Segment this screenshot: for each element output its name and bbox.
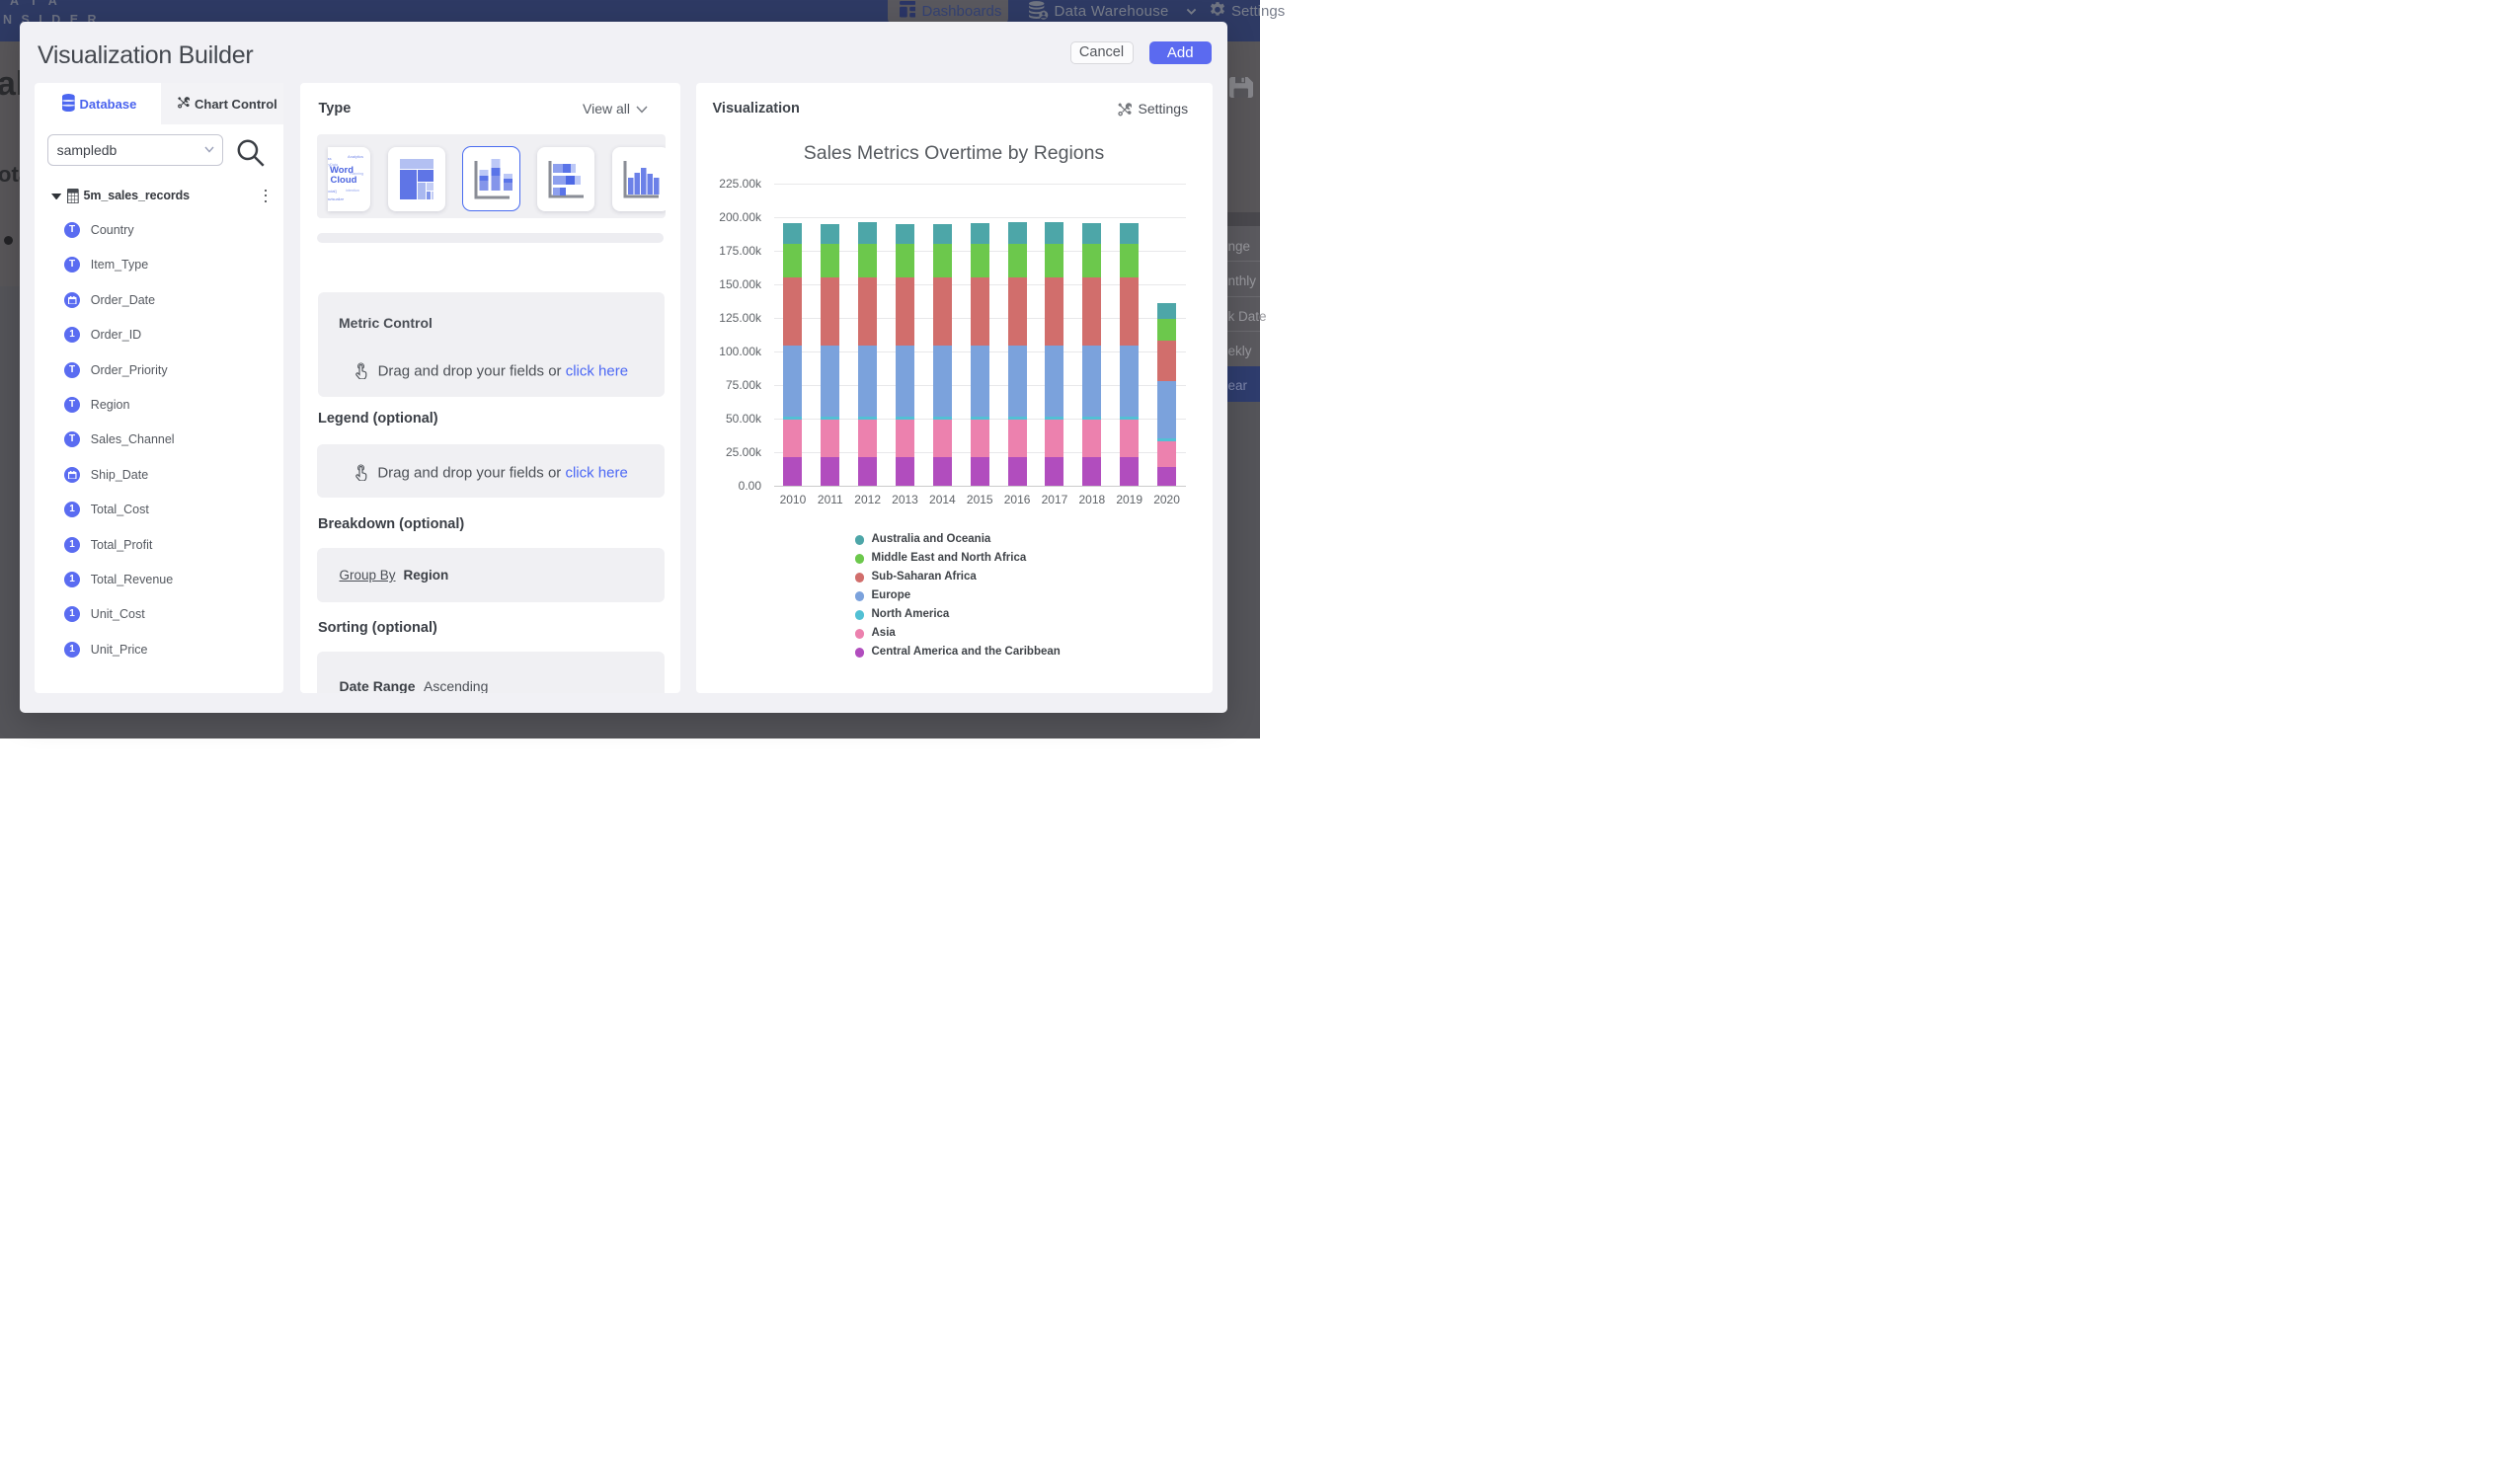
svg-text:iness: iness: [328, 156, 331, 161]
svg-text:KeyData: KeyData: [328, 163, 337, 167]
svg-text:Cloud: Cloud: [330, 175, 356, 186]
svg-text:Analytics: Analytics: [347, 154, 362, 159]
svg-text:Datavisualize: Datavisualize: [328, 197, 344, 201]
svg-text:[Social]: [Social]: [328, 189, 336, 194]
svg-text:intention: intention: [346, 189, 359, 193]
svg-text:Planning: Planning: [350, 172, 363, 176]
